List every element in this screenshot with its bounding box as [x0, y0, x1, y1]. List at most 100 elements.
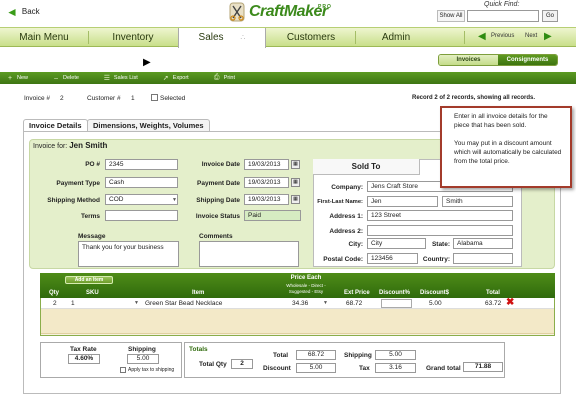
- address1-field[interactable]: 123 Street: [367, 210, 513, 221]
- state-label: State:: [431, 241, 450, 248]
- app-logo: CraftMaker: [228, 1, 328, 23]
- total-label: Total: [273, 352, 289, 359]
- previous-button[interactable]: Previous: [491, 33, 514, 39]
- col-item: Item: [192, 290, 205, 296]
- print-label: Print: [223, 75, 235, 81]
- nav-customers[interactable]: Customers: [267, 28, 355, 47]
- col-sku: SKU: [86, 290, 99, 296]
- new-button[interactable]: + New: [6, 75, 28, 82]
- row-total: 63.72: [485, 300, 502, 307]
- row-price[interactable]: 34.36: [292, 298, 308, 309]
- export-button[interactable]: ➚ Export: [162, 74, 189, 82]
- go-button[interactable]: Go: [542, 10, 558, 22]
- nav-inventory[interactable]: Inventory: [89, 28, 177, 47]
- customer-number-label: Customer #: [87, 95, 121, 102]
- invoices-toggle[interactable]: Invoices: [439, 55, 498, 65]
- invoice-status-field[interactable]: Paid: [244, 210, 301, 221]
- po-field[interactable]: 2345: [105, 159, 178, 170]
- next-arrow-icon[interactable]: ▶: [544, 32, 552, 42]
- quick-find-input[interactable]: [467, 10, 539, 22]
- sales-list-button[interactable]: ☰ Sales List: [103, 74, 138, 82]
- shipping-method-field[interactable]: COD: [105, 194, 178, 205]
- scissors-icon: [228, 1, 246, 23]
- state-field[interactable]: Alabama: [453, 238, 513, 249]
- chevron-down-icon[interactable]: ▼: [323, 300, 328, 306]
- address2-field[interactable]: [367, 225, 513, 236]
- chevron-down-icon[interactable]: ▼: [172, 197, 177, 203]
- customer-number-value: 1: [131, 95, 135, 102]
- quick-find-label: Quick Find:: [484, 1, 520, 8]
- payment-date-field[interactable]: 19/03/2013: [244, 177, 289, 188]
- back-button[interactable]: ◄ Back: [6, 6, 40, 18]
- row-sku[interactable]: 1: [71, 298, 75, 309]
- shipping-total-label: Shipping: [344, 352, 372, 359]
- new-label: New: [17, 75, 29, 81]
- row-discount-amt[interactable]: 5.00: [429, 298, 442, 309]
- calendar-icon[interactable]: ▦: [291, 195, 300, 204]
- city-field[interactable]: City: [367, 238, 426, 249]
- selected-label: Selected: [160, 95, 186, 102]
- top-bar: ◄ Back CraftMaker PRO Show All Quick Fin…: [0, 0, 576, 27]
- invoice-mode-toggle: Invoices Consignments: [438, 54, 558, 66]
- apply-tax-checkbox[interactable]: [120, 367, 126, 373]
- list-icon: ☰: [103, 75, 111, 82]
- printer-icon: ⎙: [213, 74, 220, 81]
- shipping-field[interactable]: 5.00: [127, 354, 159, 364]
- apply-tax-label: Apply tax to shipping: [128, 367, 175, 373]
- col-discount-pct: Discount%: [379, 290, 411, 296]
- delete-button[interactable]: – Delete: [52, 75, 79, 82]
- message-label: Message: [78, 233, 106, 240]
- totals-title: Totals: [189, 346, 208, 353]
- help-tooltip: Enter in all invoice details for the pie…: [440, 106, 572, 188]
- chevron-down-icon[interactable]: ▼: [134, 300, 139, 306]
- comments-field[interactable]: [199, 241, 299, 267]
- logo-pro-badge: PRO: [318, 4, 332, 10]
- comments-label: Comments: [199, 233, 233, 240]
- shipping-method-label: Shipping Method: [47, 197, 100, 204]
- nav-admin[interactable]: Admin: [356, 28, 436, 47]
- payment-date-label: Payment Date: [197, 180, 240, 187]
- company-label: Company:: [331, 184, 363, 191]
- tax-label: Tax: [359, 365, 370, 372]
- logo-text: CraftMaker: [249, 3, 328, 20]
- export-icon: ➚: [162, 75, 169, 82]
- row-discount-pct[interactable]: [381, 299, 412, 308]
- show-all-button[interactable]: Show All: [437, 10, 465, 22]
- sold-to-title: Sold To: [313, 159, 420, 175]
- grand-total-label: Grand total: [426, 365, 461, 372]
- nav-sales[interactable]: Sales ∴: [178, 28, 266, 48]
- next-button[interactable]: Next: [525, 33, 537, 39]
- tax-rate-label: Tax Rate: [70, 346, 97, 353]
- add-item-button[interactable]: Add an Item: [65, 276, 113, 284]
- message-field[interactable]: Thank you for your business: [78, 241, 179, 267]
- calendar-icon[interactable]: ▦: [291, 178, 300, 187]
- row-ext-price: 68.72: [346, 300, 363, 307]
- row-item[interactable]: Green Star Bead Necklace: [145, 298, 222, 309]
- invoice-date-field[interactable]: 19/03/2013: [244, 159, 289, 170]
- tax-rate-field[interactable]: 4.60%: [68, 354, 100, 364]
- grand-total-field: 71.88: [463, 362, 503, 372]
- action-toolbar: + New – Delete ☰ Sales List ➚ Export ⎙ P…: [0, 72, 576, 84]
- col-price-each: Price Each: [290, 275, 322, 281]
- invoice-date-label: Invoice Date: [201, 161, 240, 168]
- country-field[interactable]: [453, 253, 513, 264]
- shipping-date-field[interactable]: 19/03/2013: [244, 194, 289, 205]
- shipping-label: Shipping: [128, 346, 156, 353]
- col-ext-price: Ext Price: [344, 290, 370, 296]
- main-nav: Main Menu Inventory Sales ∴ Customers Ad…: [0, 27, 576, 48]
- payment-type-field[interactable]: Cash: [105, 177, 178, 188]
- minus-icon: –: [54, 74, 58, 82]
- postal-code-field[interactable]: 123456: [367, 253, 418, 264]
- export-label: Export: [172, 75, 189, 81]
- print-button[interactable]: ⎙ Print: [213, 74, 235, 82]
- selected-checkbox[interactable]: [151, 94, 158, 101]
- nav-main-menu[interactable]: Main Menu: [0, 28, 88, 47]
- previous-arrow-icon[interactable]: ◀: [478, 32, 486, 42]
- row-qty[interactable]: 2: [53, 298, 57, 309]
- terms-field[interactable]: [105, 210, 178, 221]
- first-name-field[interactable]: Jen: [367, 196, 438, 207]
- delete-row-icon[interactable]: ✖: [506, 297, 514, 308]
- consignments-toggle[interactable]: Consignments: [498, 55, 557, 65]
- last-name-field[interactable]: Smith: [442, 196, 513, 207]
- calendar-icon[interactable]: ▦: [291, 160, 300, 169]
